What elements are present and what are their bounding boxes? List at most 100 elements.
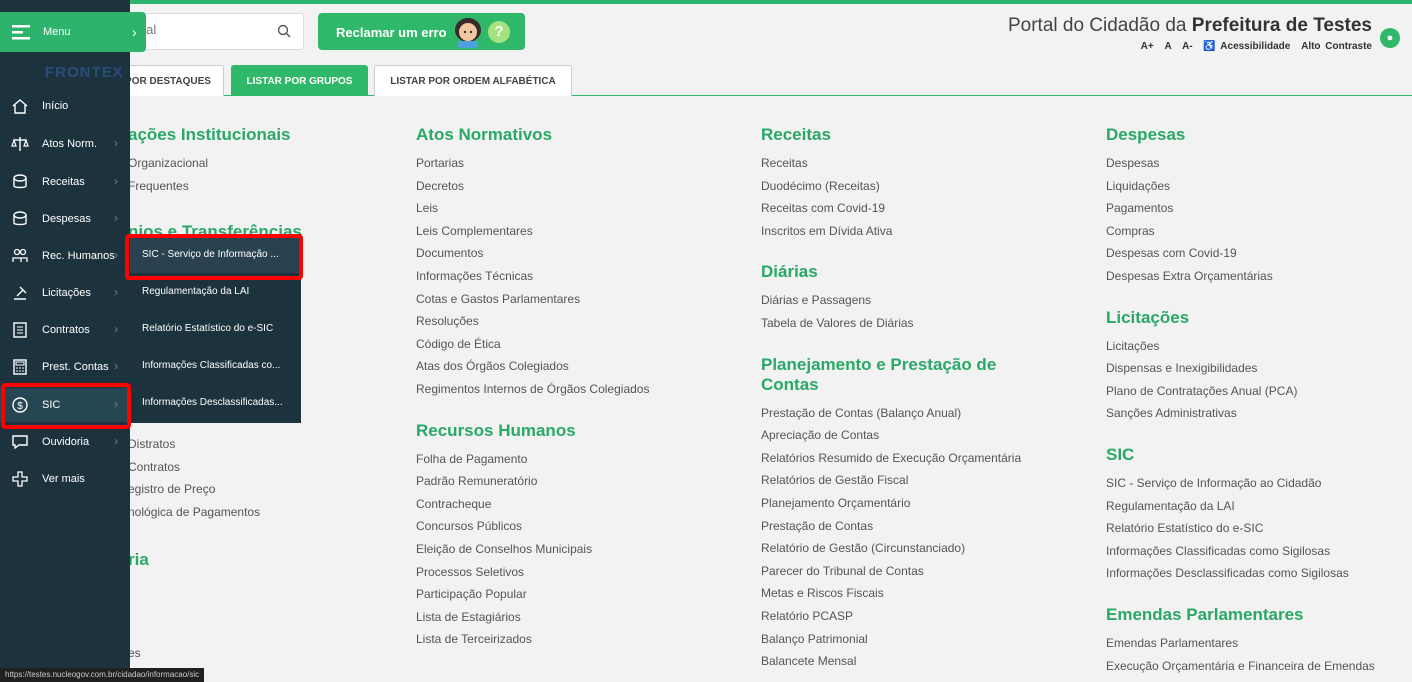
group-link[interactable]: Eleição de Conselhos Municipais [416,538,746,561]
group-link[interactable]: Despesas [1106,152,1412,175]
group-link[interactable]: Distratos [128,433,458,456]
group-link[interactable]: Relatórios Resumido de Execução Orçament… [761,447,1091,470]
group-link[interactable]: Parecer do Tribunal de Contas [761,560,1091,583]
group-link[interactable]: Informações Desclassificadas como Sigilo… [1106,562,1412,585]
group-link[interactable]: es [128,642,458,665]
group-link[interactable]: SIC - Serviço de Informação ao Cidadão [1106,472,1412,495]
group-link[interactable]: Apreciação de Contas [761,424,1091,447]
group-title[interactable]: SIC [1106,445,1412,465]
search-icon[interactable] [277,24,291,38]
sidebar-item-contratos[interactable]: Contratos › [0,313,130,347]
sidebar-item-ouvidoria[interactable]: Ouvidoria › [0,425,130,459]
group-link[interactable]: Atas dos Órgãos Colegiados [416,355,746,378]
tab-alfabetica[interactable]: LISTAR POR ORDEM ALFABÉTICA [374,65,572,96]
avatar-girl-icon [455,18,481,48]
group-link[interactable]: Relatório de Gestão (Circunstanciado) [761,537,1091,560]
group-link[interactable]: Duodécimo (Receitas) [761,175,1091,198]
group-link[interactable]: Participação Popular [416,583,746,606]
group-title[interactable]: Recursos Humanos [416,421,746,441]
group-link[interactable]: nológica de Pagamentos [128,501,458,524]
sidebar-item-ver-mais[interactable]: Ver mais [0,462,130,496]
group-link[interactable]: Metas e Riscos Fiscais [761,582,1091,605]
font-decrease-button[interactable]: A- [1182,41,1193,52]
group-link[interactable]: Cotas e Gastos Parlamentares [416,288,746,311]
group-link[interactable]: Relatório Estatístico do e-SIC [1106,517,1412,540]
group-link[interactable]: Despesas com Covid-19 [1106,242,1412,265]
group-link[interactable]: Regimentos Internos de Órgãos Colegiados [416,378,746,401]
group-link[interactable]: Contratos [128,456,458,479]
group-link[interactable]: Diárias e Passagens [761,289,1091,312]
group-title[interactable]: Diárias [761,262,1091,282]
group-link[interactable]: Concursos Públicos [416,515,746,538]
group-link[interactable]: Inscritos em Dívida Ativa [761,220,1091,243]
report-error-button[interactable]: Reclamar um erro ? [318,13,525,50]
group-title[interactable]: Planejamento e Prestação de Contas [761,355,1021,395]
group-link[interactable]: Sanções Administrativas [1106,402,1412,425]
submenu-item-desclassificadas[interactable]: Informações Desclassificadas... [130,384,301,421]
group-link[interactable]: Frequentes [128,175,458,198]
sidebar-item-licita-es[interactable]: Licitações › [0,276,130,310]
submenu-item-classificadas[interactable]: Informações Classificadas co... [130,347,301,384]
font-reset-button[interactable]: A [1164,41,1171,52]
group-link[interactable]: Regulamentação da LAI [1106,495,1412,518]
lock-icon[interactable]: ● [1380,28,1400,48]
group-link[interactable]: Balancete Mensal [761,650,1091,673]
group-link[interactable]: Plano de Contratações Anual (PCA) [1106,380,1412,403]
font-increase-button[interactable]: A+ [1141,41,1154,52]
group-link[interactable]: Folha de Pagamento [416,448,746,471]
group-link[interactable]: Compras [1106,220,1412,243]
group-link[interactable]: Liquidações [1106,175,1412,198]
group-title[interactable]: Licitações [1106,308,1412,328]
group-link[interactable]: Execução Orçamentária e Financeira de Em… [1106,655,1412,678]
group-title[interactable]: Despesas [1106,125,1412,145]
group-link[interactable]: Receitas [761,152,1091,175]
group-link[interactable]: Código de Ética [416,333,746,356]
group-link[interactable]: Informações Técnicas [416,265,746,288]
accessibility-link[interactable]: ♿ Acessibilidade [1203,41,1290,52]
sidebar-item-atos-norm[interactable]: Atos Norm. › [0,127,130,161]
group-link[interactable]: Licitações [1106,335,1412,358]
group-link[interactable]: Leis Complementares [416,220,746,243]
group-title[interactable]: ações Institucionais [128,125,458,145]
group-link[interactable]: Planejamento Orçamentário [761,492,1091,515]
group-link[interactable]: Despesas Extra Orçamentárias [1106,265,1412,288]
group-link[interactable]: Prestação de Contas (Balanço Anual) [761,402,1091,425]
group-link[interactable]: Padrão Remuneratório [416,470,746,493]
group-link[interactable]: Emendas Parlamentares [1106,632,1412,655]
group-title[interactable]: Emendas Parlamentares [1106,605,1412,625]
submenu-item-esic[interactable]: Relatório Estatístico do e-SIC [130,310,301,347]
group-link[interactable]: Lista de Terceirizados [416,628,746,651]
group-link[interactable]: Decretos [416,175,746,198]
group-link[interactable]: Leis [416,197,746,220]
group-link[interactable]: Organizacional [128,152,458,175]
high-contrast-button[interactable]: Alto Contraste [1301,41,1372,52]
group-link[interactable]: Contracheque [416,493,746,516]
chevron-right-icon: › [132,24,137,40]
group-link[interactable]: Prestação de Contas [761,515,1091,538]
group-link[interactable]: egistro de Preço [128,478,458,501]
group-link[interactable]: Pagamentos [1106,197,1412,220]
group-title[interactable]: ria [128,550,458,570]
tab-grupos[interactable]: LISTAR POR GRUPOS [231,65,368,96]
group-link[interactable]: Informações Classificadas como Sigilosas [1106,540,1412,563]
sidebar-item-prest-contas[interactable]: Prest. Contas › [0,350,130,384]
group-title[interactable]: Receitas [761,125,1091,145]
group-link[interactable]: Resoluções [416,310,746,333]
group-link[interactable]: Documentos [416,242,746,265]
group-link[interactable]: Relatório PCASP [761,605,1091,628]
group-title[interactable]: Atos Normativos [416,125,746,145]
group-link[interactable]: Processos Seletivos [416,561,746,584]
group-link[interactable]: Receitas com Covid-19 [761,197,1091,220]
group-link[interactable]: Lista de Estagiários [416,606,746,629]
search-input[interactable] [131,22,271,37]
group-link[interactable]: Relatórios de Gestão Fiscal [761,469,1091,492]
group-link[interactable]: Balanço Patrimonial [761,628,1091,651]
sidebar-item-in-cio[interactable]: Início [0,89,130,123]
group-link[interactable]: Portarias [416,152,746,175]
sidebar-item-rec-humanos[interactable]: Rec. Humanos › [0,239,130,273]
menu-toggle-button[interactable]: Menu › [0,12,146,52]
sidebar-item-despesas[interactable]: Despesas › [0,202,130,236]
group-link[interactable]: Tabela de Valores de Diárias [761,312,1091,335]
group-link[interactable]: Dispensas e Inexigibilidades [1106,357,1412,380]
sidebar-item-receitas[interactable]: Receitas › [0,165,130,199]
